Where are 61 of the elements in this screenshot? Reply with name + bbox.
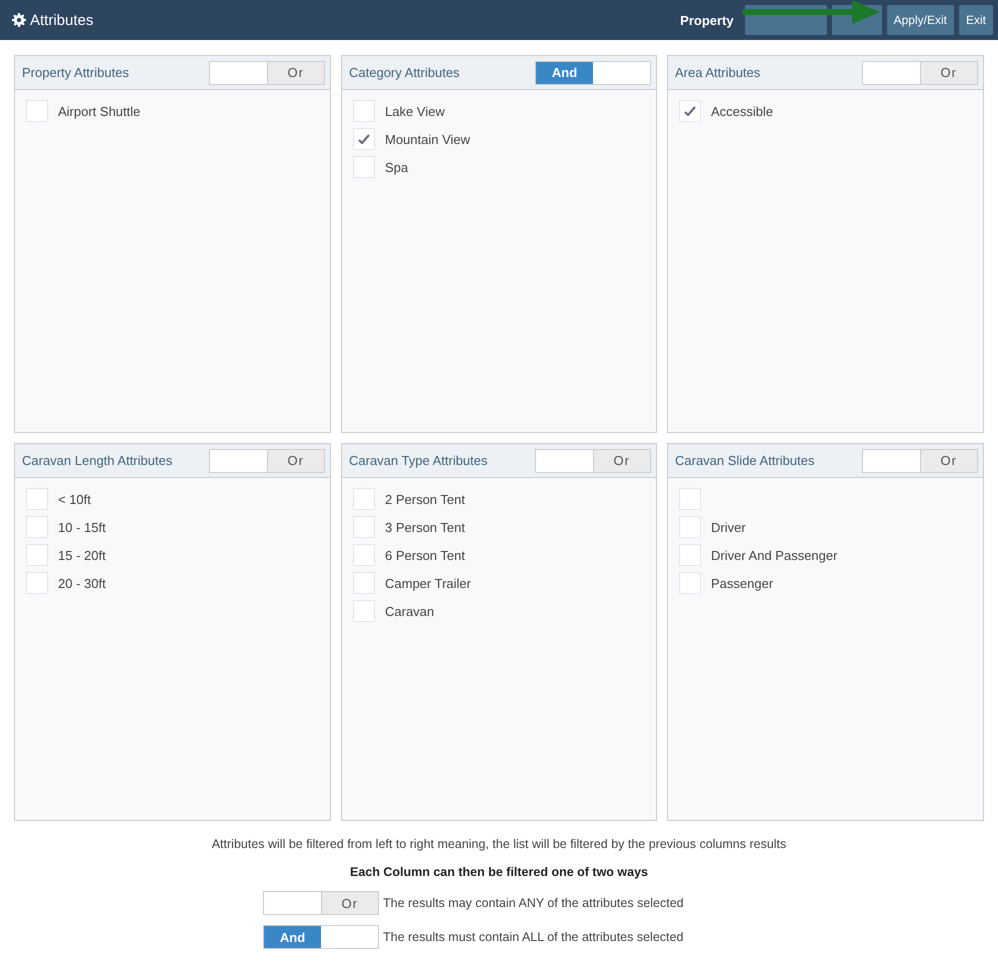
panel-title: Property Attributes xyxy=(22,65,129,80)
checkbox[interactable] xyxy=(353,600,375,622)
and-or-toggle[interactable]: Or xyxy=(535,448,651,472)
checkbox[interactable] xyxy=(679,544,701,566)
gear-icon xyxy=(12,13,26,27)
arrow-icon xyxy=(742,0,880,25)
checkbox[interactable] xyxy=(679,488,701,510)
checkbox[interactable] xyxy=(26,544,48,566)
and-or-toggle[interactable]: Or xyxy=(862,448,978,472)
checkbox-label: Spa xyxy=(385,160,408,174)
panel-title: Caravan Type Attributes xyxy=(349,453,488,468)
checkbox-label: Caravan xyxy=(385,604,434,618)
checkbox-label: Driver xyxy=(711,520,746,534)
checkbox[interactable] xyxy=(353,572,375,594)
checkbox-label: < 10ft xyxy=(58,492,91,506)
check-icon xyxy=(684,106,696,116)
and-or-toggle[interactable]: Or xyxy=(209,60,325,84)
panel-title: Caravan Slide Attributes xyxy=(675,453,814,468)
apply-exit-button[interactable]: Apply/Exit xyxy=(886,5,954,35)
checkbox-label: 3 Person Tent xyxy=(385,520,465,534)
and-or-toggle[interactable]: Or xyxy=(263,891,379,915)
help-heading: Each Column can then be filtered one of two ways xyxy=(350,865,648,879)
check-icon xyxy=(358,134,370,144)
checkbox[interactable] xyxy=(679,516,701,538)
checkbox-label: 10 - 15ft xyxy=(58,520,106,534)
and-or-toggle[interactable]: And xyxy=(535,60,651,84)
checkbox[interactable] xyxy=(353,488,375,510)
checkbox[interactable] xyxy=(26,572,48,594)
and-or-toggle[interactable]: Or xyxy=(209,448,325,472)
checkbox-label: Airport Shuttle xyxy=(58,104,140,118)
panel-title: Caravan Length Attributes xyxy=(22,453,172,468)
checkbox[interactable] xyxy=(26,100,48,122)
checkbox-label: 15 - 20ft xyxy=(58,548,106,562)
context-label: Property xyxy=(680,12,734,28)
checkbox-label: Driver And Passenger xyxy=(711,548,838,562)
panel-title: Area Attributes xyxy=(675,65,760,80)
checkbox-label: Lake View xyxy=(385,104,445,118)
checkbox-label: Mountain View xyxy=(385,132,470,146)
checkbox[interactable] xyxy=(679,572,701,594)
panel-title: Category Attributes xyxy=(349,65,460,80)
checkbox-label: Accessible xyxy=(711,104,774,118)
exit-button[interactable]: Exit xyxy=(958,5,993,35)
help-text: Attributes will be filtered from left to right meaning, the list will be filtered by the previous columns results xyxy=(212,837,786,851)
checkbox[interactable] xyxy=(26,488,48,510)
checkbox[interactable] xyxy=(353,100,375,122)
and-or-toggle[interactable]: Or xyxy=(862,60,978,84)
checkbox-label: 6 Person Tent xyxy=(385,548,465,562)
checkbox[interactable] xyxy=(353,516,375,538)
checkbox-label: 2 Person Tent xyxy=(385,492,465,506)
checkbox[interactable] xyxy=(353,128,375,150)
checkbox[interactable] xyxy=(26,516,48,538)
and-or-toggle[interactable]: And xyxy=(263,925,379,949)
checkbox[interactable] xyxy=(353,544,375,566)
checkbox-label: Camper Trailer xyxy=(385,576,471,590)
legend-text: The results must contain ALL of the attributes selected xyxy=(383,930,684,944)
checkbox-label: Passenger xyxy=(711,576,774,590)
checkbox-label: 20 - 30ft xyxy=(58,576,106,590)
checkbox[interactable] xyxy=(353,156,375,178)
page-title: Attributes xyxy=(30,12,94,28)
checkbox[interactable] xyxy=(679,100,701,122)
legend-text: The results may contain ANY of the attributes selected xyxy=(383,896,684,910)
